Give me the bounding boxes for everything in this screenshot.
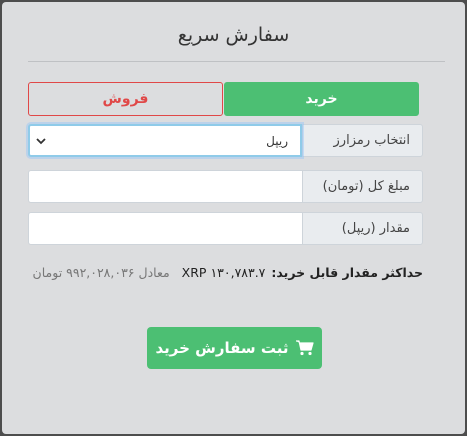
submit-buy-order-label: ثبت سفارش خرید xyxy=(155,339,289,357)
max-buy-equivalent: معادل ۹۹۲,۰۲۸,۰۳۶ تومان xyxy=(32,265,170,280)
tab-sell[interactable]: فروش xyxy=(28,82,223,116)
coin-select[interactable]: ریپل xyxy=(28,124,302,157)
max-buy-info: حداکثر مقدار قابل خرید: ۱۳۰,۷۸۳.۷ XRP مع… xyxy=(33,265,423,280)
cart-icon xyxy=(295,340,314,356)
page-title: سفارش سریع xyxy=(177,24,290,46)
coin-select-row: انتخاب رمزارز ریپل xyxy=(28,124,423,157)
amount-input[interactable] xyxy=(28,212,302,245)
title-divider xyxy=(28,61,445,62)
total-price-label: مبلغ کل (تومان) xyxy=(302,170,423,203)
max-buy-label: حداکثر مقدار قابل خرید: xyxy=(271,265,423,280)
coin-select-label: انتخاب رمزارز xyxy=(302,124,423,157)
amount-row: مقدار (ریپل) xyxy=(28,212,423,245)
quick-order-panel: سفارش سریع خرید فروش انتخاب رمزارز ریپل … xyxy=(2,2,465,434)
chevron-down-icon xyxy=(36,137,46,144)
max-buy-amount: ۱۳۰,۷۸۳.۷ XRP xyxy=(181,265,266,280)
total-price-row: مبلغ کل (تومان) xyxy=(28,170,423,203)
total-price-input[interactable] xyxy=(28,170,302,203)
coin-select-value: ریپل xyxy=(266,133,288,148)
tab-buy[interactable]: خرید xyxy=(224,82,419,116)
submit-buy-order-button[interactable]: ثبت سفارش خرید xyxy=(147,327,322,369)
amount-label: مقدار (ریپل) xyxy=(302,212,423,245)
